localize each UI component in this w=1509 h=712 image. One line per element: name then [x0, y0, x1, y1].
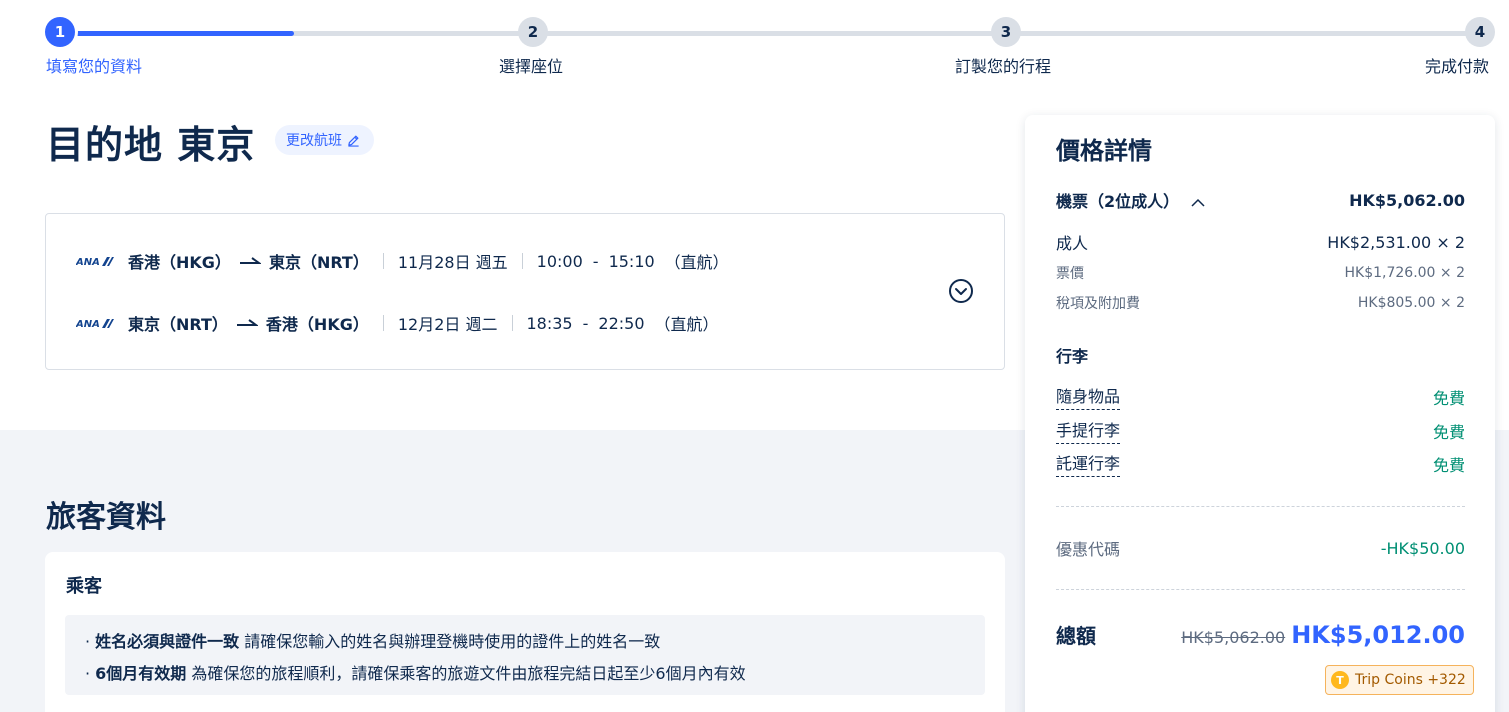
arrow-right-icon — [239, 257, 261, 264]
outbound-arrive-time: 15:10 — [608, 251, 655, 271]
return-route: 東京（NRT） 香港（HKG） — [128, 311, 369, 335]
bullet: · — [85, 664, 96, 683]
divider — [521, 253, 523, 269]
ticket-total: HK$5,062.00 — [1349, 190, 1465, 210]
total-amounts: HK$5,062.00 HK$5,012.00 — [1181, 621, 1465, 649]
total-row: 總額 HK$5,062.00 HK$5,012.00 — [1056, 620, 1465, 649]
divider — [511, 315, 513, 331]
bullet: · — [85, 632, 96, 651]
time-dash: - — [582, 313, 589, 333]
outbound-flight-type: （直航） — [664, 253, 729, 272]
step-1-indicator: 1 — [45, 17, 75, 47]
ana-airline-logo-icon: ANA — [76, 319, 114, 329]
checked-baggage-label[interactable]: 託運行李 — [1056, 450, 1121, 477]
fare-row: 票價 HK$1,726.00 × 2 — [1056, 263, 1465, 283]
return-origin: 東京（NRT） — [128, 315, 228, 334]
step-track-fill — [60, 31, 294, 36]
divider — [382, 253, 384, 269]
chevron-up-icon[interactable] — [1191, 198, 1205, 207]
step-1-label: 填寫您的資料 — [46, 57, 143, 76]
ticket-row[interactable]: 機票（2位成人） HK$5,062.00 — [1056, 188, 1465, 212]
adult-row: 成人 HK$2,531.00 × 2 — [1056, 230, 1465, 254]
step-4-label: 完成付款 — [1425, 57, 1490, 76]
divider — [1056, 506, 1465, 507]
adult-value: HK$2,531.00 × 2 — [1327, 232, 1465, 252]
personal-item-label[interactable]: 隨身物品 — [1056, 383, 1121, 410]
baggage-title: 行李 — [1056, 347, 1089, 366]
change-flight-button[interactable]: 更改航班 — [275, 125, 374, 155]
outbound-date: 11月28日 週五 — [397, 253, 508, 272]
tax-row: 稅項及附加費 HK$805.00 × 2 — [1056, 293, 1465, 313]
return-arrive-time: 22:50 — [598, 313, 645, 333]
notice-passport-validity-text: 為確保您的旅程順利，請確保乘客的旅遊文件由旅程完結日起至少6個月內有效 — [186, 664, 746, 683]
fare-value: HK$1,726.00 × 2 — [1344, 265, 1466, 281]
checked-baggage-value: 免費 — [1432, 455, 1465, 475]
outbound-route: 香港（HKG） 東京（NRT） — [128, 249, 369, 273]
arrow-right-icon — [236, 319, 258, 326]
promo-value: -HK$50.00 — [1380, 538, 1465, 558]
flight-summary-card: ANA 香港（HKG） 東京（NRT） 11月28日 週五 10:00 - 15… — [45, 213, 1005, 370]
time-dash: - — [592, 251, 599, 271]
passenger-title: 乘客 — [66, 576, 102, 597]
notice-name-match-text: 請確保您輸入的姓名與辦理登機時使用的證件上的姓名一致 — [239, 632, 661, 651]
price-details-panel: 價格詳情 機票（2位成人） HK$5,062.00 成人 HK$2,531.00… — [1025, 115, 1495, 712]
baggage-item: 託運行李 免費 — [1056, 450, 1465, 477]
ana-airline-logo-icon: ANA — [76, 257, 114, 267]
notice-passport-validity: · 6個月有效期 為確保您的旅程順利，請確保乘客的旅遊文件由旅程完結日起至少6個… — [85, 658, 985, 690]
total-label: 總額 — [1056, 624, 1096, 648]
notice-passport-validity-title: 6個月有效期 — [95, 664, 187, 683]
expand-details-chevron-icon[interactable] — [948, 278, 974, 304]
fare-label: 票價 — [1056, 266, 1084, 282]
outbound-times: 10:00 - 15:10 （直航） — [537, 249, 729, 273]
traveler-info-title: 旅客資料 — [46, 500, 166, 535]
outbound-depart-time: 10:00 — [536, 251, 583, 271]
return-flight-row: ANA 東京（NRT） 香港（HKG） 12月2日 週二 18:35 - 22:… — [76, 310, 719, 336]
progress-stepper: 1 2 3 4 填寫您的資料 選擇座位 訂製您的行程 完成付款 — [0, 0, 1509, 90]
carry-on-value: 免費 — [1432, 422, 1465, 442]
outbound-origin: 香港（HKG） — [128, 253, 231, 272]
step-2-label: 選擇座位 — [499, 57, 564, 76]
personal-item-value: 免費 — [1432, 388, 1465, 408]
total-final-price: HK$5,012.00 — [1291, 620, 1465, 649]
svg-text:ANA: ANA — [76, 319, 100, 329]
ticket-label: 機票（2位成人） — [1056, 192, 1180, 211]
adult-label: 成人 — [1056, 234, 1089, 253]
return-flight-type: （直航） — [654, 315, 719, 334]
carry-on-label[interactable]: 手提行李 — [1056, 417, 1121, 444]
passenger-notice-box: · 姓名必須與證件一致 請確保您輸入的姓名與辦理登機時使用的證件上的姓名一致 ·… — [65, 615, 985, 695]
return-destination: 香港（HKG） — [265, 315, 369, 334]
return-date: 12月2日 週二 — [397, 315, 498, 334]
return-times: 18:35 - 22:50 （直航） — [527, 311, 719, 335]
ticket-label-group: 機票（2位成人） — [1056, 188, 1205, 212]
step-3-indicator: 3 — [991, 17, 1021, 47]
outbound-destination: 東京（NRT） — [268, 253, 369, 272]
step-2-indicator: 2 — [518, 17, 548, 47]
promo-label: 優惠代碼 — [1056, 540, 1121, 559]
step-track — [60, 31, 1480, 36]
trip-coin-icon: T — [1331, 671, 1349, 689]
step-4-indicator: 4 — [1465, 17, 1495, 47]
baggage-title-row: 行李 — [1056, 343, 1465, 367]
trip-coins-badge: T Trip Coins +322 — [1325, 665, 1474, 695]
step-3-label: 訂製您的行程 — [955, 57, 1052, 76]
baggage-item: 手提行李 免費 — [1056, 417, 1465, 444]
total-original-price: HK$5,062.00 — [1181, 627, 1286, 647]
tax-value: HK$805.00 × 2 — [1357, 295, 1465, 311]
edit-pencil-icon — [348, 135, 359, 147]
promo-row: 優惠代碼 -HK$50.00 — [1056, 536, 1465, 560]
price-details-title: 價格詳情 — [1056, 137, 1152, 165]
change-flight-label: 更改航班 — [286, 133, 342, 149]
baggage-item: 隨身物品 免費 — [1056, 383, 1465, 410]
page-title: 目的地 東京 — [46, 123, 256, 167]
passenger-card: 乘客 · 姓名必須與證件一致 請確保您輸入的姓名與辦理登機時使用的證件上的姓名一… — [45, 552, 1005, 712]
outbound-flight-row: ANA 香港（HKG） 東京（NRT） 11月28日 週五 10:00 - 15… — [76, 248, 729, 274]
svg-text:ANA: ANA — [76, 257, 100, 267]
divider — [382, 315, 384, 331]
trip-coins-label: Trip Coins +322 — [1355, 672, 1466, 688]
return-depart-time: 18:35 — [526, 313, 573, 333]
notice-name-match-title: 姓名必須與證件一致 — [95, 632, 240, 651]
divider — [1056, 589, 1465, 590]
tax-label: 稅項及附加費 — [1056, 296, 1140, 312]
notice-name-match: · 姓名必須與證件一致 請確保您輸入的姓名與辦理登機時使用的證件上的姓名一致 — [85, 626, 985, 658]
